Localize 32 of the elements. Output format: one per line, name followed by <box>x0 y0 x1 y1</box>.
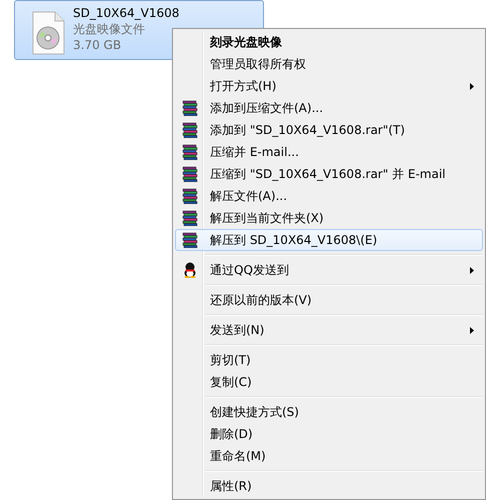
menu-item[interactable]: 解压文件(A)... <box>175 185 483 207</box>
menu-item[interactable]: 压缩并 E-mail... <box>175 141 483 163</box>
books-icon <box>182 144 198 160</box>
submenu-arrow-icon <box>470 83 474 90</box>
books-icon <box>182 166 198 182</box>
disc-file-icon <box>31 11 65 55</box>
books-icon <box>182 122 198 138</box>
menu-item[interactable]: 剪切(T) <box>175 349 483 371</box>
submenu-arrow-icon <box>470 327 474 334</box>
penguin-icon <box>183 262 197 278</box>
menu-item[interactable]: 还原以前的版本(V) <box>175 289 483 311</box>
menu-item[interactable]: 属性(R) <box>175 475 483 497</box>
menu-item[interactable]: 解压到 SD_10X64_V1608\(E) <box>175 229 483 251</box>
menu-item[interactable]: 压缩到 "SD_10X64_V1608.rar" 并 E-mail <box>175 163 483 185</box>
file-type: 光盘映像文件 <box>73 21 146 37</box>
books-icon <box>182 188 198 204</box>
menu-item[interactable]: 复制(C) <box>175 371 483 393</box>
submenu-arrow-icon <box>470 267 474 274</box>
menu-item[interactable]: 添加到压缩文件(A)... <box>175 97 483 119</box>
books-icon <box>182 232 198 248</box>
books-icon <box>182 210 198 226</box>
menu-item[interactable]: 重命名(M) <box>175 445 483 467</box>
menu-item[interactable]: 打开方式(H) <box>175 75 483 97</box>
file-name: SD_10X64_V1608 <box>73 5 180 21</box>
file-size: 3.70 GB <box>73 37 122 53</box>
books-icon <box>182 100 198 116</box>
menu-item[interactable]: 发送到(N) <box>175 319 483 341</box>
menu-item[interactable]: 添加到 "SD_10X64_V1608.rar"(T) <box>175 119 483 141</box>
menu-item[interactable]: 解压到当前文件夹(X) <box>175 207 483 229</box>
menu-item[interactable]: 通过QQ发送到 <box>175 259 483 281</box>
menu-item[interactable]: 创建快捷方式(S) <box>175 401 483 423</box>
menu-item[interactable]: 删除(D) <box>175 423 483 445</box>
